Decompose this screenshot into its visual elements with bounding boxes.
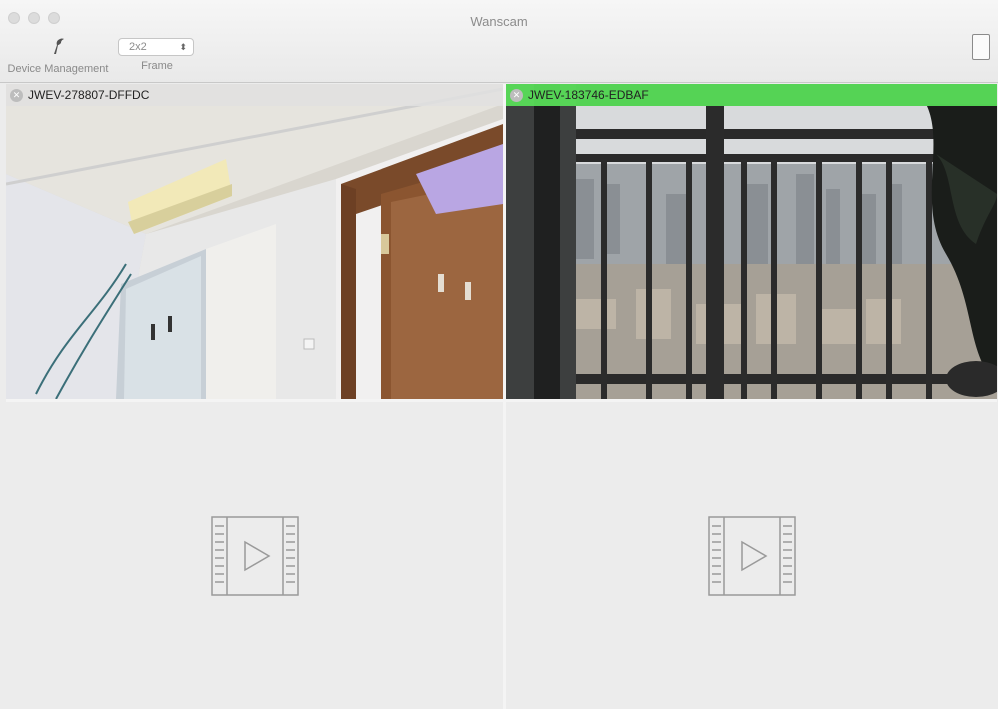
window-title: Wanscam [470, 14, 528, 29]
video-film-icon [210, 515, 299, 596]
camera-header-1: ✕ JWEV-278807-DFFDC [6, 84, 503, 106]
grid-divider-vertical [503, 84, 506, 709]
camera-header-2: ✕ JWEV-183746-EDBAF [506, 84, 997, 106]
camera-name-1: JWEV-278807-DFFDC [28, 88, 150, 102]
camera-view-2[interactable]: ✕ JWEV-183746-EDBAF [506, 84, 997, 399]
video-film-icon [707, 515, 796, 596]
fish-icon [54, 38, 64, 54]
camera-name-2: JWEV-183746-EDBAF [528, 88, 649, 102]
frame-label: Frame [141, 60, 173, 72]
frame-select[interactable]: 2x2 ⬍ [118, 38, 194, 56]
grid-divider-horizontal [6, 399, 997, 402]
camera-slot-3[interactable] [6, 402, 503, 709]
close-camera-icon[interactable]: ✕ [510, 88, 523, 102]
camera-grid: ✕ JWEV-278807-DFFDC ✕ JWEV-183746-EDBAF [6, 84, 997, 709]
app-window: Wanscam Device Management 2x2 ⬍ Frame ✕ … [0, 0, 998, 709]
device-management-label: Device Management [7, 63, 109, 75]
camera-slot-4[interactable] [506, 402, 997, 709]
updown-chevron-icon: ⬍ [179, 42, 187, 52]
frame-control: 2x2 ⬍ Frame [118, 38, 196, 72]
frame-select-value: 2x2 [129, 41, 147, 53]
title-bar: Wanscam Device Management 2x2 ⬍ Frame [0, 0, 998, 83]
device-management-button[interactable]: Device Management [6, 36, 110, 75]
camera-feed-image [6, 84, 503, 399]
camera-feed-image [506, 84, 997, 399]
camera-view-1[interactable]: ✕ JWEV-278807-DFFDC [6, 84, 503, 399]
close-camera-icon[interactable]: ✕ [10, 88, 23, 102]
fullscreen-button[interactable] [972, 34, 990, 60]
